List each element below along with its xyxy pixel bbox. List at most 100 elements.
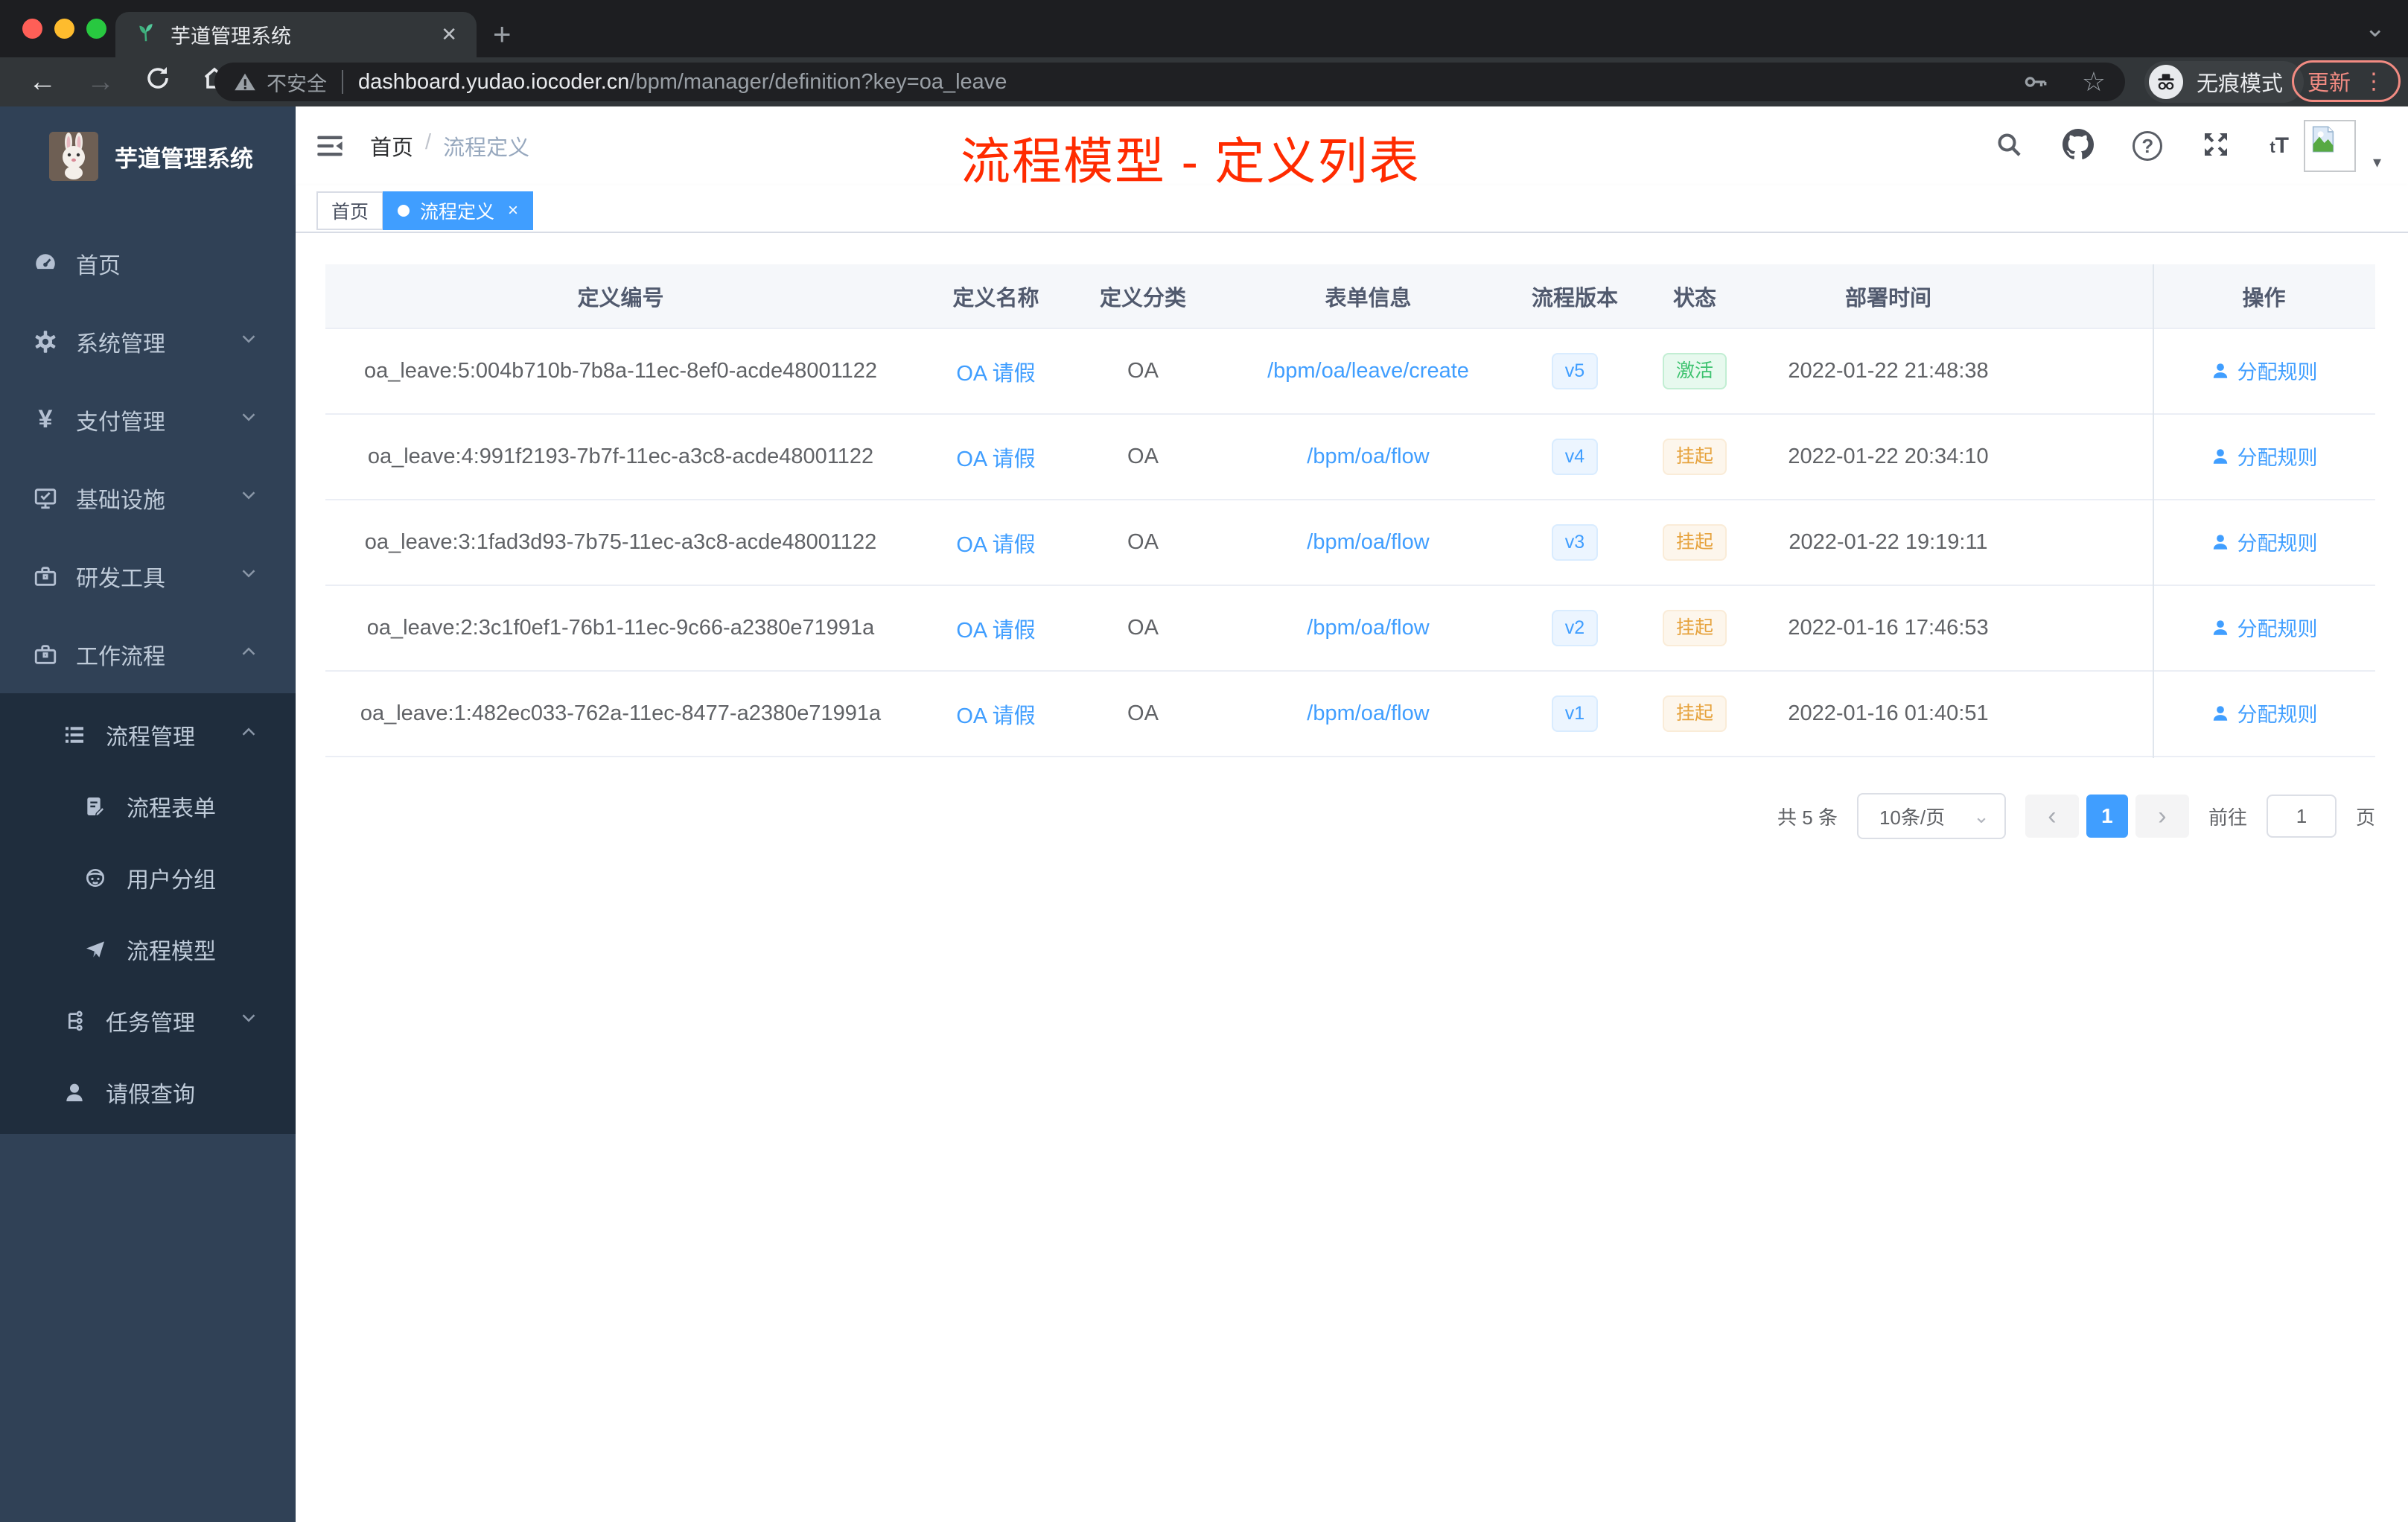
version-badge[interactable]: v2 <box>1551 610 1599 646</box>
fullscreen-icon[interactable] <box>2201 130 2231 163</box>
sidebar-item-dev-tools[interactable]: 研发工具 <box>0 537 296 615</box>
text-size-icon[interactable]: tT <box>2270 133 2289 159</box>
col-category: 定义分类 <box>1076 264 1210 328</box>
hamburger-icon[interactable] <box>315 131 345 165</box>
person-icon <box>63 1080 86 1104</box>
sidebar-item-process-model[interactable]: 流程模型 <box>0 914 296 985</box>
favicon-sprout-icon <box>135 22 157 48</box>
sidebar-item-task-management[interactable]: 任务管理 <box>0 985 296 1057</box>
sidebar-item-user-group[interactable]: 用户分组 <box>0 842 296 914</box>
version-badge[interactable]: v5 <box>1551 353 1599 389</box>
form-link[interactable]: /bpm/oa/flow <box>1307 445 1429 468</box>
col-form: 表单信息 <box>1210 264 1526 328</box>
breadcrumb-home[interactable]: 首页 <box>370 130 413 162</box>
form-link[interactable]: /bpm/oa/flow <box>1307 530 1429 554</box>
chevron-down-icon <box>238 484 260 512</box>
tab-close-icon[interactable]: ✕ <box>441 23 457 46</box>
url-divider <box>342 70 343 94</box>
cell-deploy-time: 2022-01-22 21:48:38 <box>1766 328 2010 415</box>
sidebar-logo-row[interactable]: 芋道管理系统 <box>0 106 296 188</box>
page-size-select[interactable]: 10条/页 ⌄ <box>1856 793 2006 839</box>
table-row: oa_leave:4:991f2193-7b7f-11ec-a3c8-acde4… <box>325 414 2375 500</box>
sidebar-item-system[interactable]: 系统管理 <box>0 302 296 380</box>
not-secure-warning-icon <box>235 73 255 91</box>
chevron-down-icon <box>238 1007 260 1035</box>
version-badge[interactable]: v3 <box>1551 524 1599 561</box>
cell-id: oa_leave:4:991f2193-7b7f-11ec-a3c8-acde4… <box>325 414 916 500</box>
next-page-button[interactable]: › <box>2135 795 2189 838</box>
sidebar-item-leave-query[interactable]: 请假查询 <box>0 1057 296 1134</box>
new-tab-button[interactable]: + <box>493 19 512 50</box>
goto-page-input[interactable] <box>2266 795 2337 838</box>
cell-deploy-time: 2022-01-22 20:34:10 <box>1766 414 2010 500</box>
form-link[interactable]: /bpm/oa/flow <box>1307 701 1429 725</box>
briefcase-icon <box>33 642 58 667</box>
prev-page-button[interactable]: ‹ <box>2025 795 2079 838</box>
sidebar-item-infrastructure[interactable]: 基础设施 <box>0 459 296 537</box>
chevron-up-icon <box>238 640 260 669</box>
back-button[interactable]: ← <box>28 66 57 98</box>
forward-button[interactable]: → <box>86 66 115 98</box>
assign-rule-link[interactable]: 分配规则 <box>2211 527 2318 556</box>
reload-button[interactable] <box>144 65 171 99</box>
col-name: 定义名称 <box>916 264 1076 328</box>
browser-tab[interactable]: 芋道管理系统 ✕ <box>115 12 477 57</box>
tab-search-caret-icon[interactable]: ⌄ <box>2365 13 2386 43</box>
browser-update-button[interactable]: 更新 ⋮ <box>2292 60 2401 102</box>
definition-name-link[interactable]: OA 请假 <box>956 362 1035 386</box>
tag-home[interactable]: 首页 <box>316 191 384 230</box>
definition-name-link[interactable]: OA 请假 <box>956 533 1035 557</box>
minimize-window-button[interactable] <box>54 19 74 39</box>
page-content: 定义编号 定义名称 定义分类 表单信息 流程版本 状态 部署时间 操作 oa_l… <box>296 233 2408 1522</box>
close-window-button[interactable] <box>22 19 42 39</box>
gear-icon <box>33 329 58 354</box>
tab-title: 芋道管理系统 <box>171 25 291 48</box>
form-link[interactable]: /bpm/oa/leave/create <box>1267 359 1469 383</box>
github-icon[interactable] <box>2063 128 2095 164</box>
url-text[interactable]: dashboard.yudao.iocoder.cn/bpm/manager/d… <box>358 70 2007 95</box>
definition-name-link[interactable]: OA 请假 <box>956 619 1035 643</box>
col-id: 定义编号 <box>325 264 916 328</box>
browser-menu-dots-icon[interactable]: ⋮ <box>2363 69 2385 95</box>
page-number-active[interactable]: 1 <box>2086 795 2128 838</box>
search-icon[interactable] <box>1994 130 2024 163</box>
version-badge[interactable]: v4 <box>1551 439 1599 475</box>
cell-deploy-time: 2022-01-16 01:40:51 <box>1766 671 2010 757</box>
url-bar[interactable]: 不安全 dashboard.yudao.iocoder.cn/bpm/manag… <box>214 63 2125 101</box>
definition-name-link[interactable]: OA 请假 <box>956 448 1035 471</box>
avatar-caret-icon[interactable]: ▾ <box>2373 153 2381 172</box>
sidebar-item-home[interactable]: 首页 <box>0 224 296 302</box>
user-group-icon <box>83 866 107 890</box>
cell-category: OA <box>1076 671 1210 757</box>
password-key-icon[interactable] <box>2022 69 2049 95</box>
assign-rule-link[interactable]: 分配规则 <box>2211 442 2318 471</box>
overlay-page-title: 流程模型 - 定义列表 <box>961 134 1421 190</box>
sidebar-item-process-management[interactable]: 流程管理 <box>0 693 296 771</box>
not-secure-label: 不安全 <box>267 72 327 95</box>
goto-label: 前往 <box>2208 806 2247 829</box>
sidebar-item-payment[interactable]: ¥ 支付管理 <box>0 380 296 459</box>
form-link[interactable]: /bpm/oa/flow <box>1307 616 1429 640</box>
tag-process-definition[interactable]: 流程定义 × <box>383 191 534 230</box>
table-row: oa_leave:5:004b710b-7b8a-11ec-8ef0-acde4… <box>325 328 2375 415</box>
dashboard-icon <box>33 251 58 276</box>
logo-avatar <box>49 132 98 181</box>
browser-tabstrip: 芋道管理系统 ✕ + ⌄ <box>0 0 2408 57</box>
assign-rule-link[interactable]: 分配规则 <box>2211 356 2318 385</box>
bookmark-star-icon[interactable]: ☆ <box>2082 66 2106 98</box>
help-icon[interactable]: ? <box>2133 131 2163 161</box>
definition-name-link[interactable]: OA 请假 <box>956 704 1035 728</box>
avatar[interactable] <box>2304 120 2356 172</box>
sidebar-item-workflow[interactable]: 工作流程 <box>0 615 296 693</box>
fixed-column-divider <box>2153 264 2154 758</box>
tag-close-icon[interactable]: × <box>508 200 518 221</box>
version-badge[interactable]: v1 <box>1551 695 1599 732</box>
assign-rule-link[interactable]: 分配规则 <box>2211 613 2318 642</box>
zoom-window-button[interactable] <box>86 19 106 39</box>
page-unit-label: 页 <box>2355 806 2375 829</box>
window-controls[interactable] <box>22 19 106 39</box>
assign-rule-link[interactable]: 分配规则 <box>2211 698 2318 727</box>
sidebar-item-process-form[interactable]: 流程表单 <box>0 771 296 842</box>
list-icon <box>63 723 86 747</box>
user-icon <box>2213 620 2227 635</box>
